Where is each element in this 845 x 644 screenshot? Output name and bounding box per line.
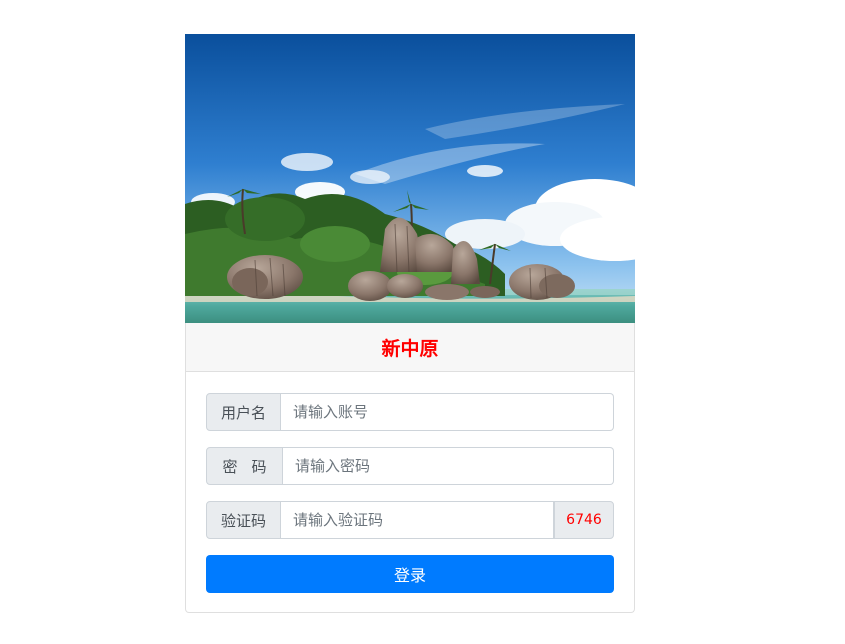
password-row: 密码 bbox=[206, 447, 614, 485]
username-input[interactable] bbox=[281, 393, 614, 431]
hero-image bbox=[185, 34, 635, 323]
captcha-code[interactable]: 6746 bbox=[554, 501, 614, 539]
login-card: 新中原 用户名 密码 验证码 6746 登录 bbox=[185, 34, 635, 613]
username-label: 用户名 bbox=[206, 393, 281, 431]
password-input[interactable] bbox=[283, 447, 614, 485]
card-header: 新中原 bbox=[186, 323, 634, 372]
brand-title: 新中原 bbox=[381, 337, 439, 360]
password-label: 密码 bbox=[206, 447, 283, 485]
captcha-input[interactable] bbox=[281, 501, 554, 539]
captcha-row: 验证码 6746 bbox=[206, 501, 614, 539]
username-row: 用户名 bbox=[206, 393, 614, 431]
login-button[interactable]: 登录 bbox=[206, 555, 614, 593]
captcha-label: 验证码 bbox=[206, 501, 281, 539]
